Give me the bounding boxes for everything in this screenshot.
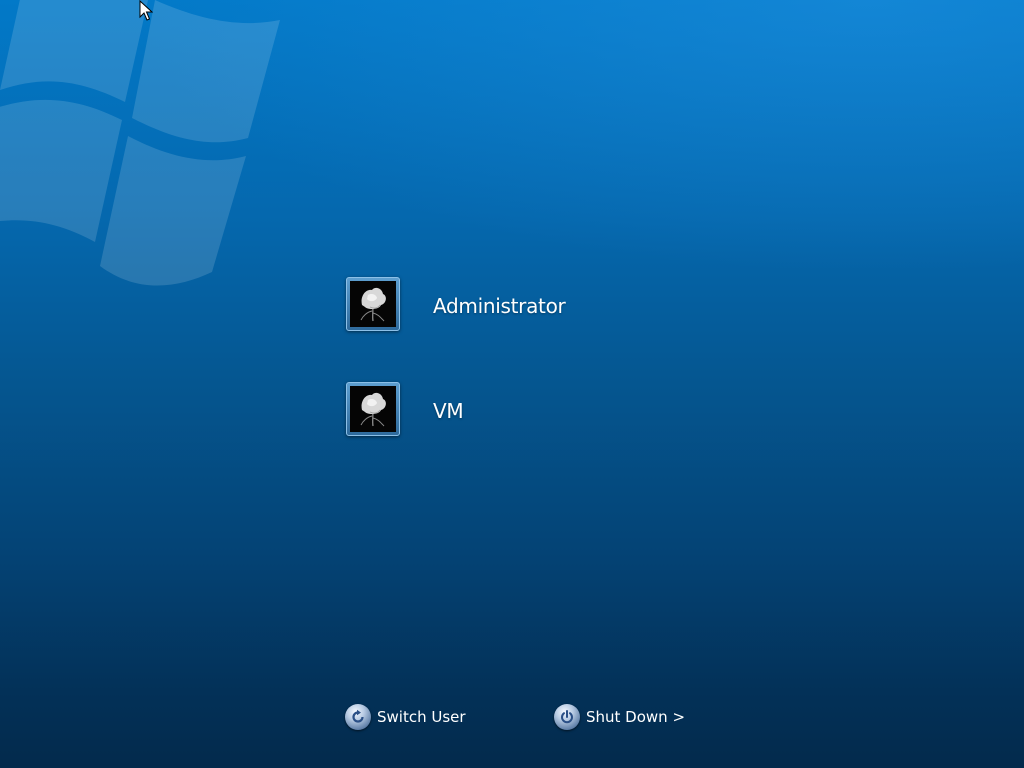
user-name[interactable]: Administrator: [433, 294, 566, 318]
user-avatar[interactable]: [346, 277, 400, 331]
user-list: Administrator VM: [346, 277, 746, 487]
user-avatar[interactable]: [346, 382, 400, 436]
switch-user-arrow-icon: [345, 704, 371, 730]
mouse-pointer-icon: [139, 0, 153, 21]
shut-down-label: Shut Down >: [586, 708, 686, 726]
windows-logo-watermark: [0, 0, 280, 286]
user-tile-administrator[interactable]: Administrator: [346, 277, 746, 331]
power-icon: [554, 704, 580, 730]
user-tile-vm[interactable]: VM: [346, 382, 746, 436]
flower-picture-icon: [350, 281, 396, 327]
user-name[interactable]: VM: [433, 399, 464, 423]
switch-user-button[interactable]: Switch User: [345, 702, 466, 732]
switch-user-label: Switch User: [377, 708, 466, 726]
bottom-bar: Switch User Shut Down >: [0, 700, 1024, 734]
flower-picture-icon: [350, 386, 396, 432]
shut-down-button[interactable]: Shut Down >: [554, 702, 685, 732]
